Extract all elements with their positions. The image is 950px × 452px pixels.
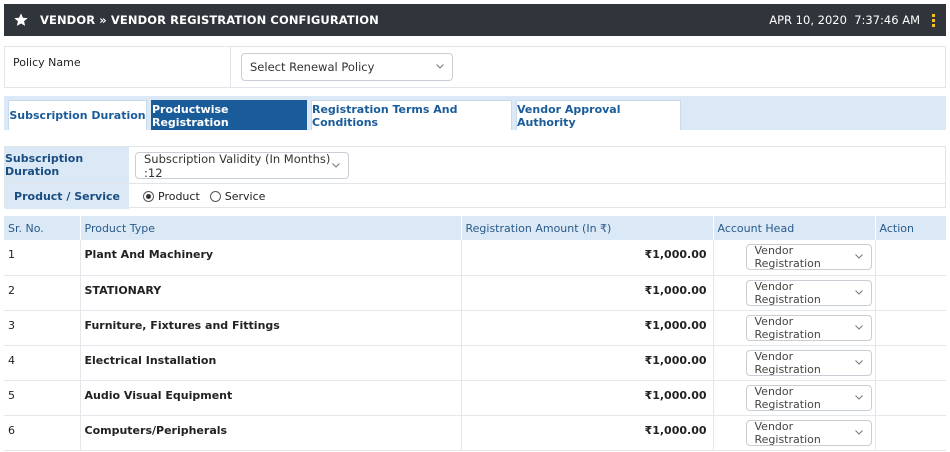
amount-cell: ₹1,000.00 xyxy=(461,310,714,346)
account-head-value: Vendor Registration xyxy=(754,349,821,376)
account-head-cell: Vendor Registration xyxy=(713,380,876,416)
tab-strip: Subscription Duration Productwise Regist… xyxy=(4,96,946,130)
action-cell xyxy=(875,275,946,311)
subscription-validity-select[interactable]: Subscription Validity (In Months) :12 xyxy=(135,151,349,180)
renewal-policy-select[interactable]: Select Renewal Policy xyxy=(241,53,453,81)
account-head-select[interactable]: Vendor Registration xyxy=(745,279,872,306)
action-cell xyxy=(875,415,946,451)
product-radio[interactable]: Product xyxy=(143,190,200,203)
amount-cell: ₹1,000.00 xyxy=(461,345,714,381)
product-service-radio-group: Product Service xyxy=(143,184,275,209)
table-row: 4 Electrical Installation ₹1,000.00 Vend… xyxy=(4,345,946,381)
subscription-panel: Subscription Duration Subscription Valid… xyxy=(4,146,946,209)
chevron-down-icon xyxy=(854,254,863,259)
account-head-value: Vendor Registration xyxy=(754,419,821,446)
policy-label-cell: Policy Name xyxy=(5,47,231,87)
policy-row: Policy Name Select Renewal Policy xyxy=(4,46,946,88)
chevron-down-icon xyxy=(332,162,340,168)
table-row: 2 STATIONARY ₹1,000.00 Vendor Registrati… xyxy=(4,275,946,311)
table-row: 1 Plant And Machinery ₹1,000.00 Vendor R… xyxy=(4,240,946,276)
chevron-down-icon xyxy=(854,394,863,400)
account-head-select[interactable]: Vendor Registration xyxy=(745,244,872,270)
account-head-select[interactable]: Vendor Registration xyxy=(745,384,872,411)
more-options-icon[interactable] xyxy=(926,4,940,36)
tab-vendor-approval-authority[interactable]: Vendor Approval Authority xyxy=(516,100,681,130)
action-cell xyxy=(875,310,946,346)
col-account-head: Account Head xyxy=(713,216,876,240)
chevron-down-icon xyxy=(854,324,863,330)
amount-cell: ₹1,000.00 xyxy=(461,240,714,276)
account-head-value: Vendor Registration xyxy=(754,279,821,306)
account-head-select[interactable]: Vendor Registration xyxy=(745,314,872,341)
account-head-value: Vendor Registration xyxy=(754,314,821,341)
timestamp: APR 10, 2020 7:37:46 AM xyxy=(769,13,920,27)
col-sr-no: Sr. No. xyxy=(4,216,81,240)
col-registration-amount: Registration Amount (In ₹) xyxy=(461,216,714,240)
action-cell xyxy=(875,345,946,381)
chevron-down-icon xyxy=(854,289,863,295)
table-row: 5 Audio Visual Equipment ₹1,000.00 Vendo… xyxy=(4,380,946,416)
policy-name-label: Policy Name xyxy=(13,56,81,69)
service-radio[interactable]: Service xyxy=(209,190,266,203)
action-cell xyxy=(875,380,946,416)
subscription-duration-label: Subscription Duration xyxy=(5,147,129,183)
table-header-row: Sr. No. Product Type Registration Amount… xyxy=(4,216,947,240)
product-service-row: Product / Service Product Service xyxy=(5,183,945,209)
time-text: 7:37:46 AM xyxy=(854,13,920,27)
page-title: VENDOR » VENDOR REGISTRATION CONFIGURATI… xyxy=(40,13,379,27)
product-type-cell: Furniture, Fixtures and Fittings xyxy=(80,310,462,346)
col-action: Action xyxy=(875,216,947,240)
account-head-cell: Vendor Registration xyxy=(713,240,876,276)
date-text: APR 10, 2020 xyxy=(769,13,847,27)
service-radio-label: Service xyxy=(224,190,266,203)
chevron-down-icon xyxy=(436,64,444,69)
sr-no-cell: 4 xyxy=(4,345,81,381)
account-head-cell: Vendor Registration xyxy=(713,345,876,381)
tab-productwise-registration[interactable]: Productwise Registration xyxy=(151,100,307,130)
tab-subscription-duration[interactable]: Subscription Duration xyxy=(8,100,147,130)
amount-cell: ₹1,000.00 xyxy=(461,380,714,416)
account-head-cell: Vendor Registration xyxy=(713,310,876,346)
renewal-policy-value: Select Renewal Policy xyxy=(250,60,375,74)
chevron-down-icon xyxy=(854,359,863,365)
product-registration-table: Sr. No. Product Type Registration Amount… xyxy=(4,216,947,451)
product-service-label: Product / Service xyxy=(5,184,129,209)
account-head-cell: Vendor Registration xyxy=(713,275,876,311)
sr-no-cell: 3 xyxy=(4,310,81,346)
table-row: 3 Furniture, Fixtures and Fittings ₹1,00… xyxy=(4,310,946,346)
top-header-bar: VENDOR » VENDOR REGISTRATION CONFIGURATI… xyxy=(4,4,946,36)
account-head-select[interactable]: Vendor Registration xyxy=(745,419,872,446)
product-type-cell: Plant And Machinery xyxy=(80,240,462,276)
sr-no-cell: 2 xyxy=(4,275,81,311)
action-cell xyxy=(875,240,946,276)
account-head-value: Vendor Registration xyxy=(754,384,821,411)
tab-registration-terms[interactable]: Registration Terms And Conditions xyxy=(311,100,512,130)
subscription-duration-row: Subscription Duration Subscription Valid… xyxy=(5,147,945,183)
star-icon[interactable] xyxy=(8,4,34,36)
amount-cell: ₹1,000.00 xyxy=(461,415,714,451)
sr-no-cell: 5 xyxy=(4,380,81,416)
subscription-validity-value: Subscription Validity (In Months) :12 xyxy=(144,151,331,180)
product-radio-label: Product xyxy=(158,190,200,203)
account-head-cell: Vendor Registration xyxy=(713,415,876,451)
account-head-select[interactable]: Vendor Registration xyxy=(745,349,872,376)
radio-selected-icon xyxy=(143,191,154,202)
table-row: 6 Computers/Peripherals ₹1,000.00 Vendor… xyxy=(4,415,946,451)
product-type-cell: Computers/Peripherals xyxy=(80,415,462,451)
sr-no-cell: 6 xyxy=(4,415,81,451)
product-type-cell: Electrical Installation xyxy=(80,345,462,381)
col-product-type: Product Type xyxy=(80,216,462,240)
chevron-down-icon xyxy=(854,429,863,435)
product-type-cell: STATIONARY xyxy=(80,275,462,311)
account-head-value: Vendor Registration xyxy=(754,244,821,270)
amount-cell: ₹1,000.00 xyxy=(461,275,714,311)
radio-empty-icon xyxy=(209,191,221,202)
sr-no-cell: 1 xyxy=(4,240,81,276)
product-type-cell: Audio Visual Equipment xyxy=(80,380,462,416)
